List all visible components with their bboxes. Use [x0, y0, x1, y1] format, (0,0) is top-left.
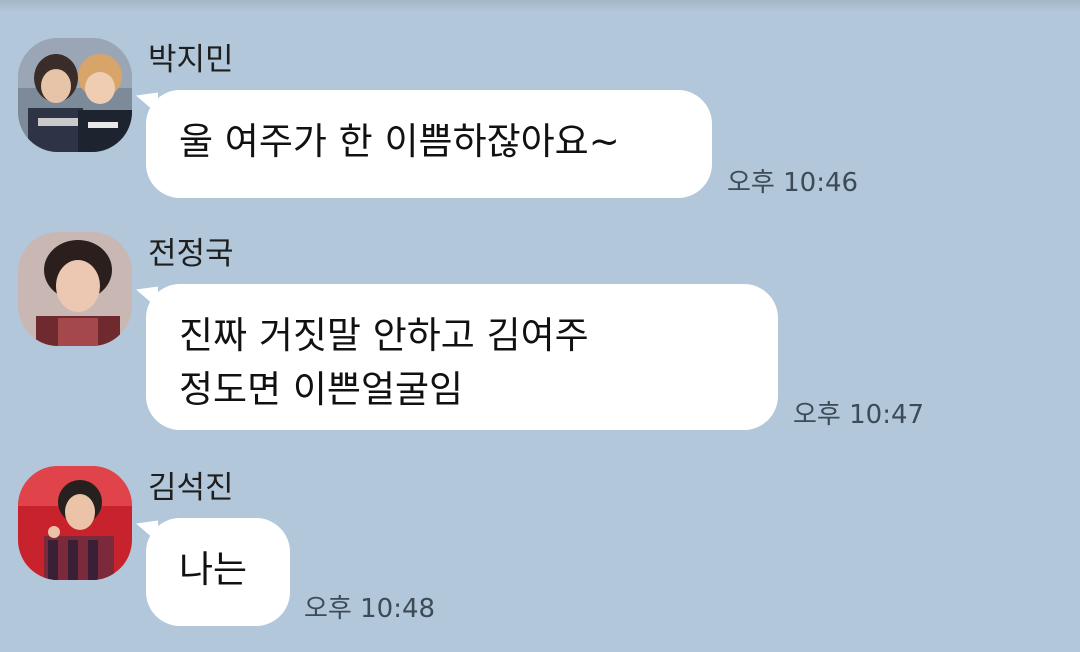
message-time: 오후 10:47: [793, 400, 925, 430]
message-time: 오후 10:48: [304, 594, 436, 624]
message-time: 오후 10:46: [727, 168, 859, 198]
top-edge: [0, 0, 1080, 12]
profile-photo-icon: [18, 466, 132, 580]
chat-message: 김석진 나는 오후 10:48: [0, 466, 1080, 636]
sender-name: 김석진: [148, 470, 234, 506]
profile-photo-icon: [18, 232, 132, 346]
message-bubble[interactable]: 진짜 거짓말 안하고 김여주 정도면 이쁜얼굴임: [146, 284, 778, 430]
message-bubble[interactable]: 나는: [146, 518, 290, 626]
avatar[interactable]: [18, 38, 132, 152]
chat-message: 박지민 울 여주가 한 이쁨하잖아요~ 오후 10:46: [0, 38, 1080, 208]
message-bubble[interactable]: 울 여주가 한 이쁨하잖아요~: [146, 90, 712, 198]
avatar[interactable]: [18, 232, 132, 346]
sender-name: 전정국: [148, 236, 234, 272]
avatar[interactable]: [18, 466, 132, 580]
profile-photo-icon: [18, 38, 132, 152]
sender-name: 박지민: [148, 42, 234, 78]
chat-message: 전정국 진짜 거짓말 안하고 김여주 정도면 이쁜얼굴임 오후 10:47: [0, 232, 1080, 432]
